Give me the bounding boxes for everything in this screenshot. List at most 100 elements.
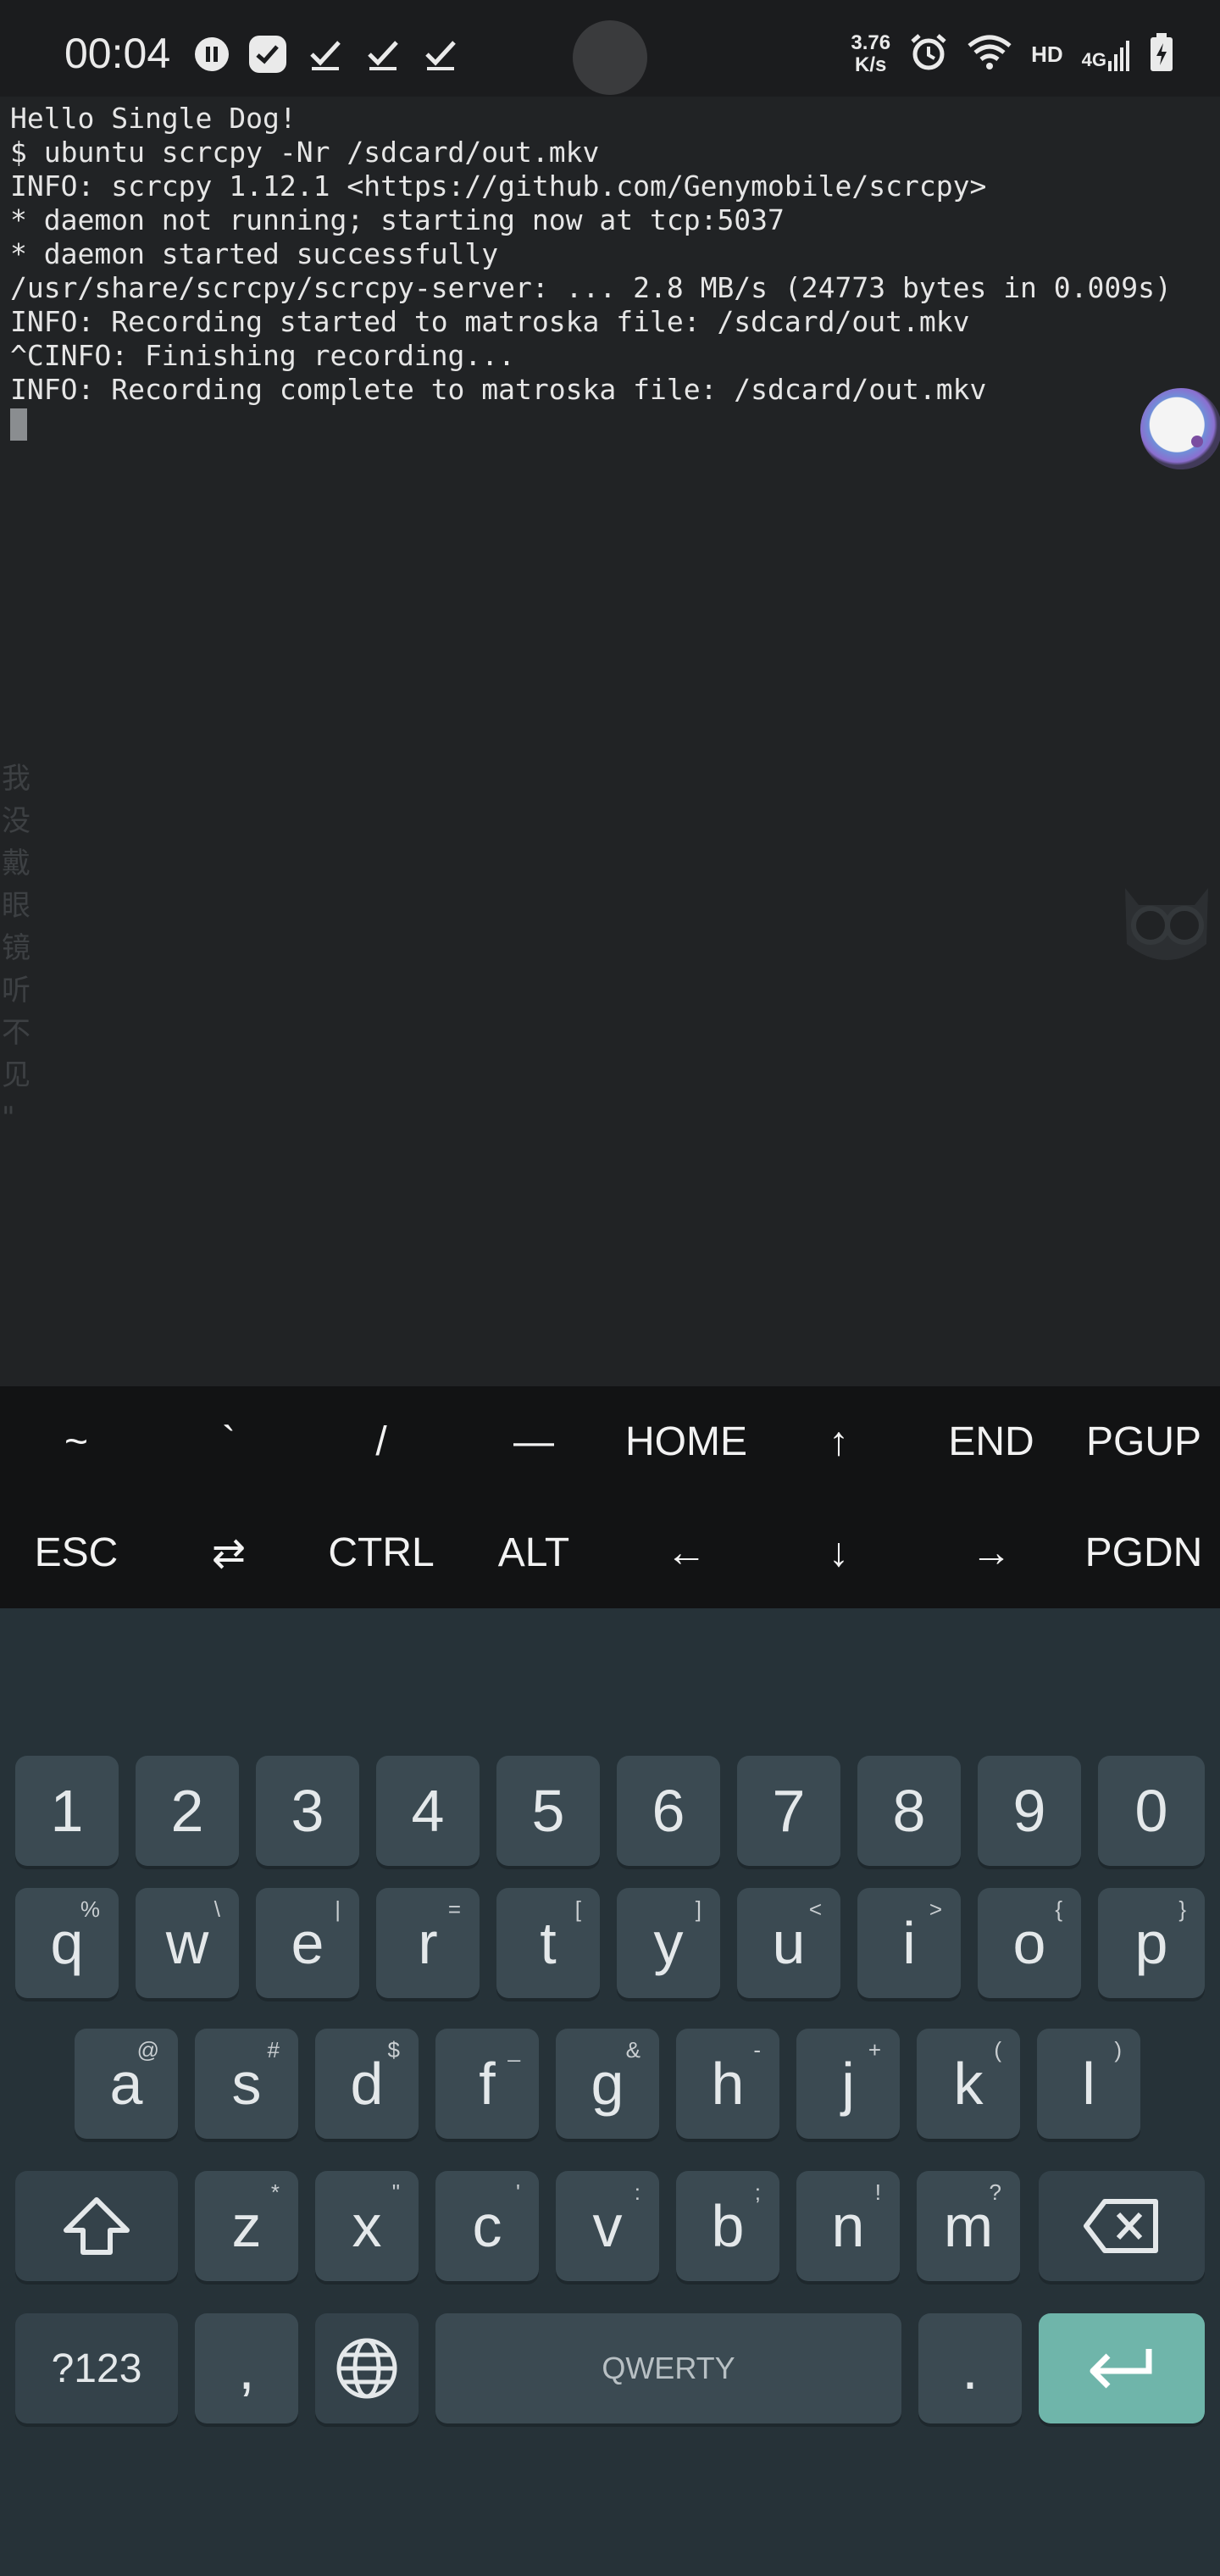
- comma-key[interactable]: ,: [195, 2313, 298, 2423]
- key-esc[interactable]: ESC: [0, 1497, 152, 1608]
- key-hint: !: [874, 2179, 881, 2205]
- key-slash[interactable]: /: [305, 1386, 458, 1497]
- key-label: w: [165, 1910, 209, 1976]
- shift-icon: [64, 2197, 130, 2255]
- terminal-line: Hello Single Dog!: [10, 102, 297, 135]
- enter-key[interactable]: [1039, 2313, 1205, 2423]
- soft-keyboard: 1 2 3 4 5 6 7 8 9 0 q% w \ e | r = t[ y] u <…: [0, 1608, 1220, 2576]
- key-hint: &: [625, 2037, 640, 2062]
- key-hint: ;: [754, 2179, 761, 2205]
- key-e[interactable]: e |: [256, 1888, 359, 1998]
- key-hint: [: [574, 1896, 581, 1922]
- key-7[interactable]: 7: [737, 1756, 840, 1866]
- key-m[interactable]: m?: [917, 2171, 1020, 2281]
- key-r[interactable]: r =: [376, 1888, 480, 1998]
- key-pgup[interactable]: PGUP: [1068, 1386, 1220, 1497]
- key-q[interactable]: q%: [15, 1888, 119, 1998]
- watermark-char: 不: [2, 1016, 30, 1050]
- key-k[interactable]: k(: [917, 2029, 1020, 2139]
- key-t[interactable]: t[: [496, 1888, 600, 1998]
- key-label: e: [291, 1910, 324, 1976]
- key-hint: >: [929, 1896, 942, 1922]
- key-a[interactable]: a @: [75, 2029, 178, 2139]
- key-5[interactable]: 5: [496, 1756, 600, 1866]
- key-hint: =: [447, 1896, 461, 1922]
- key-hint: :: [634, 2179, 640, 2205]
- key-hint: ): [1114, 2037, 1122, 2062]
- shift-key[interactable]: [15, 2171, 178, 2281]
- status-time: 00:04: [64, 30, 171, 77]
- key-tilde[interactable]: ~: [0, 1386, 152, 1497]
- key-alt[interactable]: ALT: [458, 1497, 610, 1608]
- extra-keys-row: ESC ⇄ CTRL ALT ← ↓ → PGDN: [0, 1497, 1220, 1608]
- key-j[interactable]: j +: [796, 2029, 900, 2139]
- front-camera-cutout: [573, 20, 647, 95]
- key-n[interactable]: n!: [796, 2171, 900, 2281]
- key-8[interactable]: 8: [857, 1756, 961, 1866]
- key-tab[interactable]: ⇄: [152, 1497, 305, 1608]
- key-6[interactable]: 6: [617, 1756, 720, 1866]
- key-o[interactable]: o{: [978, 1888, 1081, 1998]
- key-label: n: [831, 2193, 865, 2259]
- terminal-line: ^CINFO: Finishing recording...: [10, 339, 516, 372]
- key-hint: \: [214, 1896, 220, 1922]
- key-hint: ": [391, 2179, 400, 2205]
- key-y[interactable]: y]: [617, 1888, 720, 1998]
- key-g[interactable]: g &: [556, 2029, 659, 2139]
- key-hint: ': [516, 2179, 520, 2205]
- key-0[interactable]: 0: [1098, 1756, 1205, 1866]
- symbols-key[interactable]: ?123: [15, 2313, 178, 2423]
- backspace-key[interactable]: [1039, 2171, 1205, 2281]
- key-ctrl[interactable]: CTRL: [305, 1497, 458, 1608]
- key-label: t: [540, 1910, 557, 1976]
- key-pgdn[interactable]: PGDN: [1068, 1497, 1220, 1608]
- floating-assistant-icon[interactable]: [1140, 388, 1220, 469]
- key-p[interactable]: p}: [1098, 1888, 1205, 1998]
- key-up[interactable]: ↑: [762, 1386, 915, 1497]
- key-hint: {: [1055, 1896, 1062, 1922]
- key-d[interactable]: d $: [315, 2029, 419, 2139]
- key-label: r: [418, 1910, 438, 1976]
- key-i[interactable]: i >: [857, 1888, 961, 1998]
- key-label: i: [902, 1910, 916, 1976]
- key-l[interactable]: l): [1037, 2029, 1140, 2139]
- key-hint: %: [80, 1896, 100, 1922]
- key-b[interactable]: b;: [676, 2171, 779, 2281]
- space-key[interactable]: QWERTY: [435, 2313, 901, 2423]
- key-h[interactable]: h-: [676, 2029, 779, 2139]
- key-dash[interactable]: —: [458, 1386, 610, 1497]
- key-hint: +: [868, 2037, 881, 2062]
- watermark-char: 眼: [2, 889, 30, 923]
- key-v[interactable]: v:: [556, 2171, 659, 2281]
- watermark-char: ": [2, 1101, 15, 1135]
- key-4[interactable]: 4: [376, 1756, 480, 1866]
- key-f[interactable]: f _: [435, 2029, 539, 2139]
- key-hint: <: [808, 1896, 822, 1922]
- language-key[interactable]: [315, 2313, 419, 2423]
- key-home[interactable]: HOME: [610, 1386, 762, 1497]
- key-u[interactable]: u <: [737, 1888, 840, 1998]
- watermark-text: 我 没 戴 眼 镜 听 不 见 ": [2, 758, 36, 1139]
- key-backtick[interactable]: `: [152, 1386, 305, 1497]
- key-s[interactable]: s #: [195, 2029, 298, 2139]
- key-right[interactable]: →: [915, 1497, 1068, 1608]
- key-9[interactable]: 9: [978, 1756, 1081, 1866]
- key-end[interactable]: END: [915, 1386, 1068, 1497]
- key-label: q: [50, 1910, 84, 1976]
- key-c[interactable]: c ': [435, 2171, 539, 2281]
- pause-circle-icon: [193, 36, 230, 73]
- enter-icon: [1090, 2349, 1152, 2389]
- key-label: j: [841, 2051, 855, 2117]
- key-z[interactable]: z *: [195, 2171, 298, 2281]
- network-speed-value: 3.76: [851, 31, 891, 54]
- key-down[interactable]: ↓: [762, 1497, 915, 1608]
- terminal-line: INFO: scrcpy 1.12.1 <https://github.com/…: [10, 169, 987, 203]
- key-2[interactable]: 2: [136, 1756, 239, 1866]
- period-key[interactable]: .: [918, 2313, 1022, 2423]
- key-3[interactable]: 3: [256, 1756, 359, 1866]
- key-1[interactable]: 1: [15, 1756, 119, 1866]
- terminal-view[interactable]: Hello Single Dog! $ ubuntu scrcpy -Nr /s…: [0, 97, 1220, 1386]
- key-w[interactable]: w \: [136, 1888, 239, 1998]
- key-left[interactable]: ←: [610, 1497, 762, 1608]
- key-x[interactable]: x ": [315, 2171, 419, 2281]
